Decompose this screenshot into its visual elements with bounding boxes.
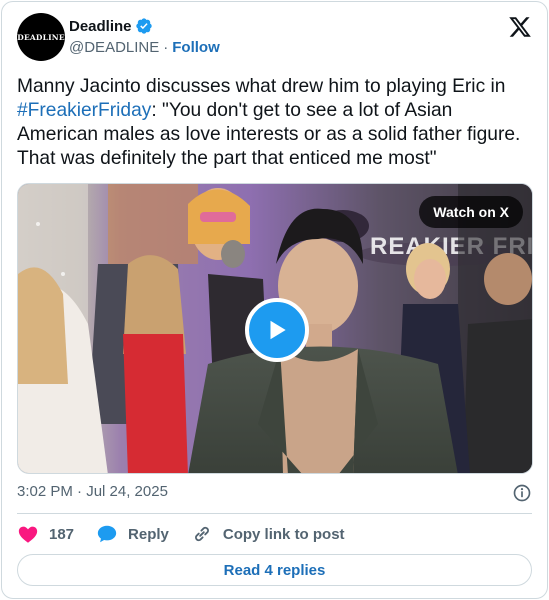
name-row: Deadline [69, 17, 153, 35]
tweet-text-part-1: Manny Jacinto discusses what drew him to… [17, 76, 506, 97]
play-icon [270, 320, 286, 340]
handle[interactable]: @DEADLINE [69, 39, 159, 56]
avatar[interactable]: DEADLINE [17, 13, 65, 61]
tweet-header: DEADLINE Deadline @DEADLINE · Follow [17, 13, 532, 63]
timestamp-row: 3:02 PM · Jul 24, 2025 [17, 483, 532, 503]
verified-badge-icon [135, 18, 152, 34]
reply-button[interactable]: Reply [96, 523, 169, 545]
copy-link-button[interactable]: Copy link to post [191, 523, 345, 545]
action-bar: 187 Reply Copy link to post [17, 521, 367, 547]
watch-on-x-button[interactable]: Watch on X [419, 196, 523, 228]
follow-button[interactable]: Follow [172, 39, 220, 56]
reply-bubble-icon [97, 525, 117, 543]
tweet-text: Manny Jacinto discusses what drew him to… [17, 75, 532, 171]
link-icon [194, 526, 209, 542]
timestamp[interactable]: 3:02 PM · Jul 24, 2025 [17, 483, 168, 500]
copy-link-label: Copy link to post [222, 525, 345, 543]
reply-label: Reply [128, 525, 169, 543]
x-logo-icon[interactable] [508, 15, 532, 39]
read-replies-button[interactable]: Read 4 replies [17, 554, 532, 586]
play-button[interactable] [245, 298, 309, 362]
tweet-card: DEADLINE Deadline @DEADLINE · Follow Man… [1, 1, 548, 599]
avatar-logo-text: DEADLINE [17, 32, 65, 42]
info-icon[interactable] [512, 483, 532, 503]
divider [17, 513, 532, 514]
like-button[interactable]: 187 [17, 523, 74, 545]
handle-separator: · [163, 39, 169, 56]
heart-icon [18, 526, 38, 543]
video-media[interactable]: REAKIER FRIDA Watch on X [17, 183, 533, 474]
like-count: 187 [49, 525, 75, 543]
hashtag-link[interactable]: #FreakierFriday [17, 100, 151, 121]
handle-row: @DEADLINE · Follow [69, 39, 220, 56]
display-name[interactable]: Deadline [69, 18, 132, 35]
